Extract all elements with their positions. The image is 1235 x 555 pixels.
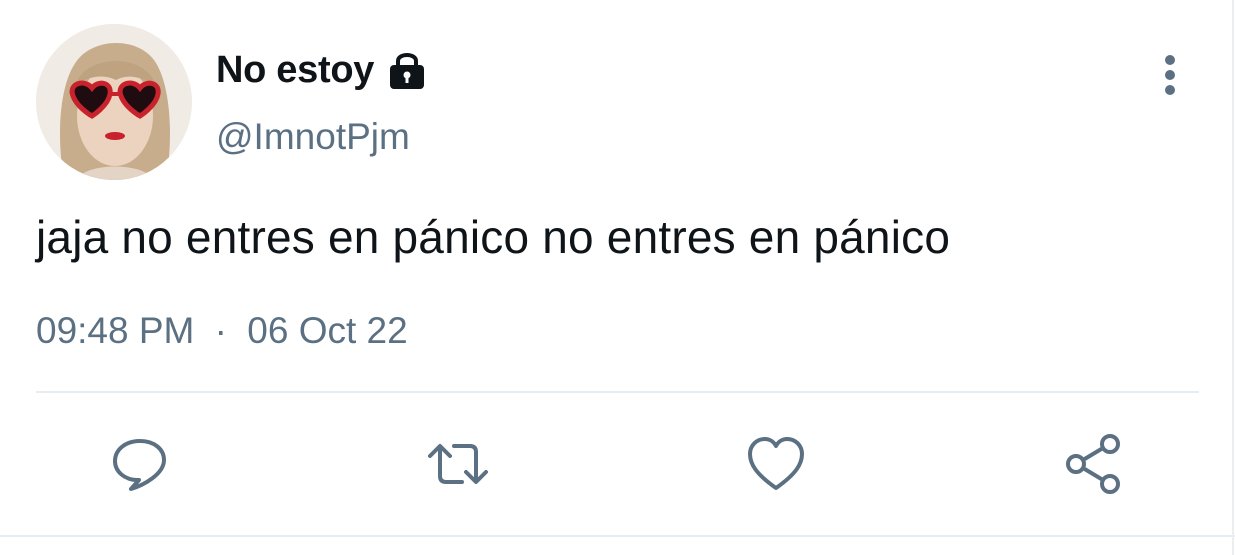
like-button[interactable]	[744, 432, 808, 496]
heart-icon	[748, 437, 804, 490]
display-name-row: No estoy	[216, 44, 430, 96]
bottom-border	[0, 535, 1235, 537]
more-vertical-icon	[1165, 55, 1175, 95]
timestamp[interactable]: 09:48 PM · 06 Oct 22	[36, 310, 408, 352]
avatar[interactable]	[36, 24, 192, 180]
retweet-icon	[428, 444, 488, 484]
lock-icon	[384, 47, 430, 93]
tweet-text: jaja no entres en pánico no entres en pá…	[36, 211, 951, 263]
user-handle[interactable]: @ImnotPjm	[216, 116, 410, 158]
timestamp-separator: ·	[214, 310, 227, 351]
tweet-card: No estoy @ImnotPjm jaja no entres en pán…	[0, 0, 1235, 555]
share-icon	[1066, 434, 1120, 494]
reply-icon	[113, 439, 166, 491]
right-edge	[1232, 0, 1234, 555]
reply-button[interactable]	[108, 432, 172, 496]
more-options-button[interactable]	[1150, 54, 1190, 98]
divider	[36, 391, 1199, 393]
avatar-photo	[36, 24, 192, 180]
tweet-date: 06 Oct 22	[247, 310, 408, 351]
retweet-button[interactable]	[426, 432, 490, 496]
tweet-time: 09:48 PM	[36, 310, 195, 351]
display-name[interactable]: No estoy	[216, 49, 374, 92]
share-button[interactable]	[1062, 432, 1126, 496]
